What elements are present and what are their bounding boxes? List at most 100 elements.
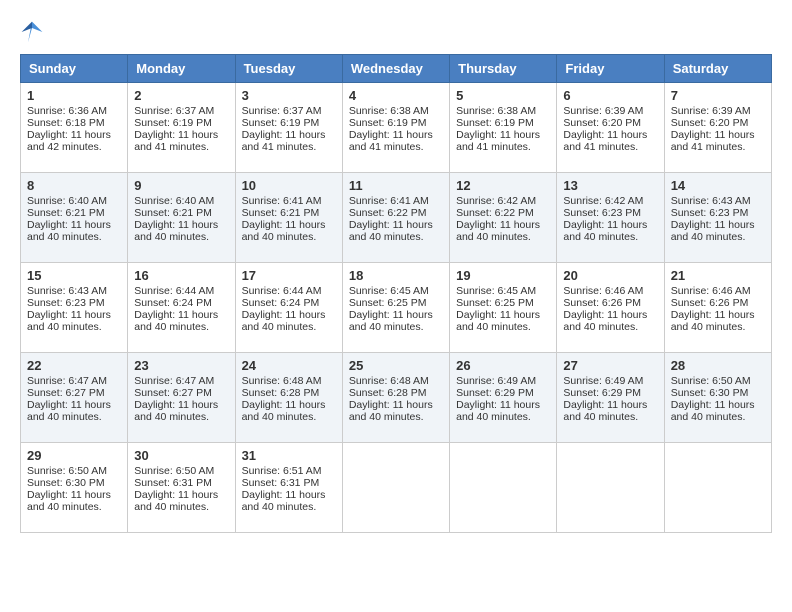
calendar-cell xyxy=(557,443,664,533)
day-number: 21 xyxy=(671,268,765,283)
day-number: 18 xyxy=(349,268,443,283)
day-number: 24 xyxy=(242,358,336,373)
sunrise-label: Sunrise: 6:50 AM xyxy=(671,375,751,387)
day-number: 20 xyxy=(563,268,657,283)
day-number: 11 xyxy=(349,178,443,193)
calendar-cell: 23 Sunrise: 6:47 AM Sunset: 6:27 PM Dayl… xyxy=(128,353,235,443)
sunset-label: Sunset: 6:23 PM xyxy=(671,207,749,219)
logo xyxy=(20,20,48,44)
sunrise-label: Sunrise: 6:43 AM xyxy=(27,285,107,297)
day-number: 17 xyxy=(242,268,336,283)
sunrise-label: Sunrise: 6:43 AM xyxy=(671,195,751,207)
calendar-cell: 21 Sunrise: 6:46 AM Sunset: 6:26 PM Dayl… xyxy=(664,263,771,353)
calendar-cell: 15 Sunrise: 6:43 AM Sunset: 6:23 PM Dayl… xyxy=(21,263,128,353)
calendar-cell: 3 Sunrise: 6:37 AM Sunset: 6:19 PM Dayli… xyxy=(235,83,342,173)
calendar-cell: 19 Sunrise: 6:45 AM Sunset: 6:25 PM Dayl… xyxy=(450,263,557,353)
weekday-header-thursday: Thursday xyxy=(450,55,557,83)
daylight-label: Daylight: 11 hours and 40 minutes. xyxy=(27,399,111,423)
day-number: 16 xyxy=(134,268,228,283)
daylight-label: Daylight: 11 hours and 40 minutes. xyxy=(134,309,218,333)
calendar-cell: 29 Sunrise: 6:50 AM Sunset: 6:30 PM Dayl… xyxy=(21,443,128,533)
sunset-label: Sunset: 6:24 PM xyxy=(134,297,212,309)
sunset-label: Sunset: 6:27 PM xyxy=(27,387,105,399)
daylight-label: Daylight: 11 hours and 40 minutes. xyxy=(671,399,755,423)
day-number: 15 xyxy=(27,268,121,283)
calendar-cell: 30 Sunrise: 6:50 AM Sunset: 6:31 PM Dayl… xyxy=(128,443,235,533)
weekday-header-wednesday: Wednesday xyxy=(342,55,449,83)
sunrise-label: Sunrise: 6:47 AM xyxy=(27,375,107,387)
sunrise-label: Sunrise: 6:50 AM xyxy=(134,465,214,477)
daylight-label: Daylight: 11 hours and 40 minutes. xyxy=(27,309,111,333)
calendar-week-row: 29 Sunrise: 6:50 AM Sunset: 6:30 PM Dayl… xyxy=(21,443,772,533)
sunset-label: Sunset: 6:25 PM xyxy=(456,297,534,309)
calendar-cell: 31 Sunrise: 6:51 AM Sunset: 6:31 PM Dayl… xyxy=(235,443,342,533)
sunrise-label: Sunrise: 6:37 AM xyxy=(134,105,214,117)
calendar-cell xyxy=(342,443,449,533)
sunrise-label: Sunrise: 6:40 AM xyxy=(27,195,107,207)
day-number: 29 xyxy=(27,448,121,463)
calendar-cell: 25 Sunrise: 6:48 AM Sunset: 6:28 PM Dayl… xyxy=(342,353,449,443)
day-number: 14 xyxy=(671,178,765,193)
calendar-cell: 22 Sunrise: 6:47 AM Sunset: 6:27 PM Dayl… xyxy=(21,353,128,443)
calendar-header-row: SundayMondayTuesdayWednesdayThursdayFrid… xyxy=(21,55,772,83)
day-number: 26 xyxy=(456,358,550,373)
daylight-label: Daylight: 11 hours and 41 minutes. xyxy=(671,129,755,153)
calendar-cell: 8 Sunrise: 6:40 AM Sunset: 6:21 PM Dayli… xyxy=(21,173,128,263)
calendar-cell: 24 Sunrise: 6:48 AM Sunset: 6:28 PM Dayl… xyxy=(235,353,342,443)
day-number: 25 xyxy=(349,358,443,373)
daylight-label: Daylight: 11 hours and 40 minutes. xyxy=(349,219,433,243)
weekday-header-tuesday: Tuesday xyxy=(235,55,342,83)
sunset-label: Sunset: 6:21 PM xyxy=(242,207,320,219)
sunrise-label: Sunrise: 6:51 AM xyxy=(242,465,322,477)
sunrise-label: Sunrise: 6:40 AM xyxy=(134,195,214,207)
sunset-label: Sunset: 6:19 PM xyxy=(242,117,320,129)
daylight-label: Daylight: 11 hours and 41 minutes. xyxy=(563,129,647,153)
day-number: 30 xyxy=(134,448,228,463)
sunrise-label: Sunrise: 6:41 AM xyxy=(349,195,429,207)
sunrise-label: Sunrise: 6:44 AM xyxy=(242,285,322,297)
calendar-table: SundayMondayTuesdayWednesdayThursdayFrid… xyxy=(20,54,772,533)
sunset-label: Sunset: 6:31 PM xyxy=(242,477,320,489)
sunset-label: Sunset: 6:26 PM xyxy=(563,297,641,309)
sunrise-label: Sunrise: 6:37 AM xyxy=(242,105,322,117)
logo-icon xyxy=(20,20,44,44)
sunset-label: Sunset: 6:20 PM xyxy=(563,117,641,129)
sunrise-label: Sunrise: 6:47 AM xyxy=(134,375,214,387)
daylight-label: Daylight: 11 hours and 41 minutes. xyxy=(242,129,326,153)
sunset-label: Sunset: 6:29 PM xyxy=(456,387,534,399)
daylight-label: Daylight: 11 hours and 41 minutes. xyxy=(456,129,540,153)
sunset-label: Sunset: 6:22 PM xyxy=(456,207,534,219)
daylight-label: Daylight: 11 hours and 41 minutes. xyxy=(134,129,218,153)
daylight-label: Daylight: 11 hours and 40 minutes. xyxy=(456,399,540,423)
daylight-label: Daylight: 11 hours and 42 minutes. xyxy=(27,129,111,153)
daylight-label: Daylight: 11 hours and 40 minutes. xyxy=(242,399,326,423)
day-number: 2 xyxy=(134,88,228,103)
sunrise-label: Sunrise: 6:46 AM xyxy=(563,285,643,297)
calendar-cell: 18 Sunrise: 6:45 AM Sunset: 6:25 PM Dayl… xyxy=(342,263,449,353)
weekday-header-sunday: Sunday xyxy=(21,55,128,83)
sunset-label: Sunset: 6:19 PM xyxy=(456,117,534,129)
sunrise-label: Sunrise: 6:38 AM xyxy=(456,105,536,117)
day-number: 4 xyxy=(349,88,443,103)
sunset-label: Sunset: 6:25 PM xyxy=(349,297,427,309)
sunrise-label: Sunrise: 6:42 AM xyxy=(456,195,536,207)
day-number: 27 xyxy=(563,358,657,373)
calendar-cell: 26 Sunrise: 6:49 AM Sunset: 6:29 PM Dayl… xyxy=(450,353,557,443)
calendar-cell xyxy=(450,443,557,533)
day-number: 22 xyxy=(27,358,121,373)
sunset-label: Sunset: 6:19 PM xyxy=(349,117,427,129)
day-number: 12 xyxy=(456,178,550,193)
calendar-cell: 2 Sunrise: 6:37 AM Sunset: 6:19 PM Dayli… xyxy=(128,83,235,173)
sunrise-label: Sunrise: 6:44 AM xyxy=(134,285,214,297)
sunrise-label: Sunrise: 6:49 AM xyxy=(456,375,536,387)
sunset-label: Sunset: 6:30 PM xyxy=(671,387,749,399)
calendar-cell: 12 Sunrise: 6:42 AM Sunset: 6:22 PM Dayl… xyxy=(450,173,557,263)
calendar-week-row: 1 Sunrise: 6:36 AM Sunset: 6:18 PM Dayli… xyxy=(21,83,772,173)
sunset-label: Sunset: 6:29 PM xyxy=(563,387,641,399)
daylight-label: Daylight: 11 hours and 40 minutes. xyxy=(563,309,647,333)
sunrise-label: Sunrise: 6:48 AM xyxy=(242,375,322,387)
sunset-label: Sunset: 6:23 PM xyxy=(563,207,641,219)
weekday-header-saturday: Saturday xyxy=(664,55,771,83)
sunrise-label: Sunrise: 6:42 AM xyxy=(563,195,643,207)
daylight-label: Daylight: 11 hours and 41 minutes. xyxy=(349,129,433,153)
